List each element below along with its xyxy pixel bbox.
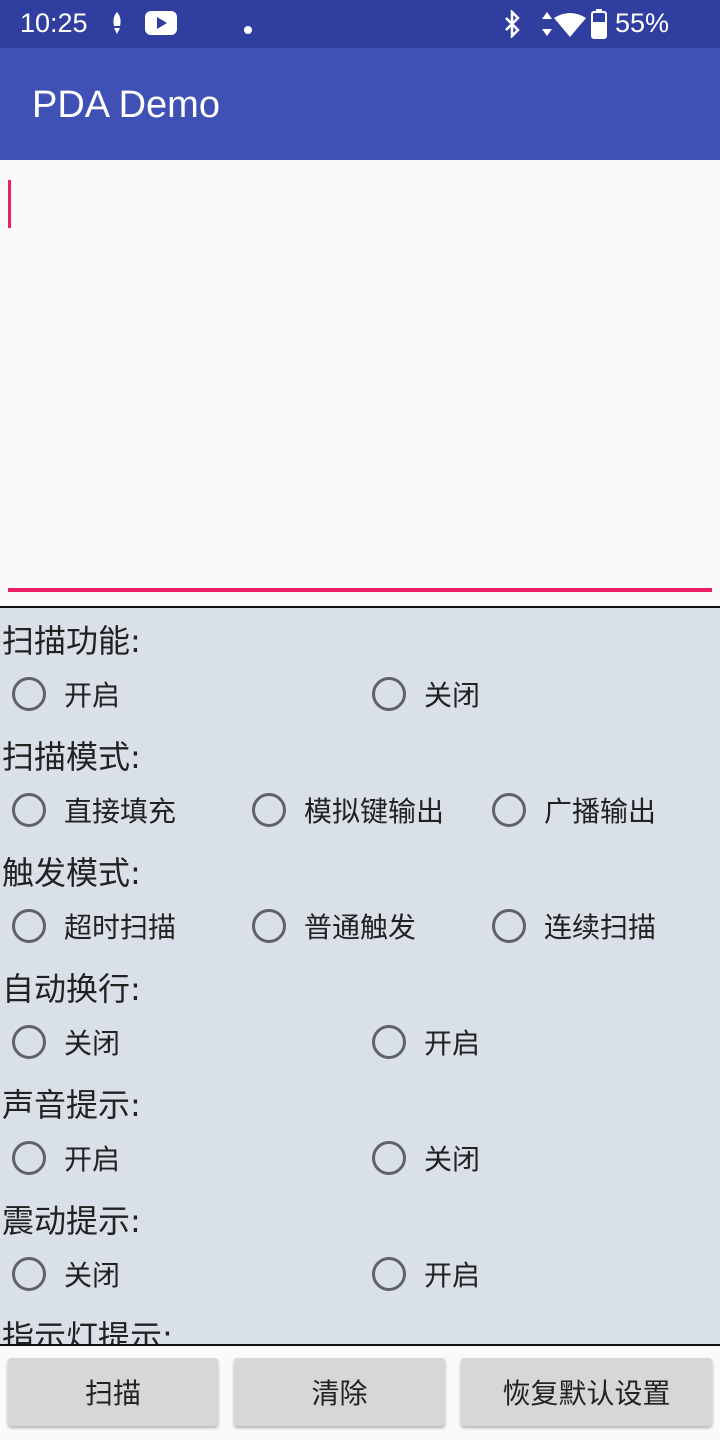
vibrate-prompt-label: 震动提示: <box>2 1202 141 1240</box>
app-bar: PDA Demo <box>0 48 720 160</box>
vibrate-prompt-off-radio[interactable]: 关闭 <box>12 1254 120 1294</box>
youtube-icon <box>145 11 177 39</box>
radio-circle-icon <box>12 1141 46 1175</box>
radio-circle-icon <box>12 909 46 943</box>
radio-circle-icon <box>12 793 46 827</box>
radio-circle-icon <box>12 677 46 711</box>
scan-mode-broadcast-output-radio[interactable]: 广播输出 <box>492 790 656 830</box>
indicator-prompt-label: 指示灯提示: <box>2 1318 173 1346</box>
radio-label: 连续扫描 <box>544 911 657 944</box>
radio-label: 普通触发 <box>304 911 417 944</box>
text-cursor <box>8 180 11 228</box>
battery-icon <box>591 9 607 43</box>
app-title: PDA Demo <box>32 84 220 126</box>
radio-circle-icon <box>492 793 526 827</box>
radio-circle-icon <box>372 1141 406 1175</box>
sound-prompt-label: 声音提示: <box>2 1086 141 1124</box>
auto-newline-on-radio[interactable]: 开启 <box>372 1022 480 1062</box>
radio-label: 关闭 <box>424 1143 481 1176</box>
radio-label: 模拟键输出 <box>304 795 445 828</box>
trigger-mode-continuous-radio[interactable]: 连续扫描 <box>492 906 656 946</box>
radio-circle-icon <box>372 1257 406 1291</box>
status-time: 10:25 <box>20 8 88 38</box>
scan-mode-keyboard-output-radio[interactable]: 模拟键输出 <box>252 790 444 830</box>
scan-button[interactable]: 扫描 <box>8 1358 218 1426</box>
vibrate-prompt-on-radio[interactable]: 开启 <box>372 1254 480 1294</box>
radio-label: 广播输出 <box>544 795 657 828</box>
scan-function-label: 扫描功能: <box>2 622 141 660</box>
status-bar: 10:25 55% <box>0 0 720 48</box>
trigger-mode-label: 触发模式: <box>2 854 141 892</box>
radio-circle-icon <box>252 909 286 943</box>
sound-prompt-on-radio[interactable]: 开启 <box>12 1138 120 1178</box>
dot-icon <box>244 19 252 38</box>
scan-function-on-radio[interactable]: 开启 <box>12 674 120 714</box>
scan-mode-label: 扫描模式: <box>2 738 141 776</box>
radio-circle-icon <box>372 1025 406 1059</box>
radio-circle-icon <box>12 1257 46 1291</box>
trigger-mode-timeout-radio[interactable]: 超时扫描 <box>12 906 176 946</box>
data-arrows-icon <box>540 10 554 42</box>
scan-result-input[interactable] <box>0 160 720 606</box>
radio-label: 开启 <box>64 1143 121 1176</box>
radio-label: 关闭 <box>64 1259 121 1292</box>
auto-newline-label: 自动换行: <box>2 970 141 1008</box>
battery-percent: 55% <box>615 8 670 38</box>
restore-defaults-button[interactable]: 恢复默认设置 <box>461 1358 712 1426</box>
input-underline <box>8 588 712 592</box>
auto-newline-off-radio[interactable]: 关闭 <box>12 1022 120 1062</box>
radio-label: 开启 <box>424 1259 481 1292</box>
notification-rocket-icon <box>108 10 126 42</box>
radio-label: 直接填充 <box>64 795 177 828</box>
scan-function-off-radio[interactable]: 关闭 <box>372 674 480 714</box>
wifi-icon <box>553 12 587 42</box>
radio-label: 开启 <box>424 1027 481 1060</box>
scan-mode-direct-fill-radio[interactable]: 直接填充 <box>12 790 176 830</box>
trigger-mode-normal-radio[interactable]: 普通触发 <box>252 906 416 946</box>
radio-circle-icon <box>492 909 526 943</box>
bottom-button-bar: 扫描 清除 恢复默认设置 <box>0 1346 720 1440</box>
radio-label: 关闭 <box>424 679 481 712</box>
radio-circle-icon <box>372 677 406 711</box>
radio-circle-icon <box>252 793 286 827</box>
radio-circle-icon <box>12 1025 46 1059</box>
clear-button[interactable]: 清除 <box>234 1358 445 1426</box>
radio-label: 关闭 <box>64 1027 121 1060</box>
radio-label: 超时扫描 <box>64 911 177 944</box>
sound-prompt-off-radio[interactable]: 关闭 <box>372 1138 480 1178</box>
bluetooth-icon <box>502 8 522 42</box>
radio-label: 开启 <box>64 679 121 712</box>
settings-panel[interactable]: 扫描功能: 开启 关闭 扫描模式: 直接填充 模拟键输出 广播输出 触发模式: … <box>0 606 720 1346</box>
